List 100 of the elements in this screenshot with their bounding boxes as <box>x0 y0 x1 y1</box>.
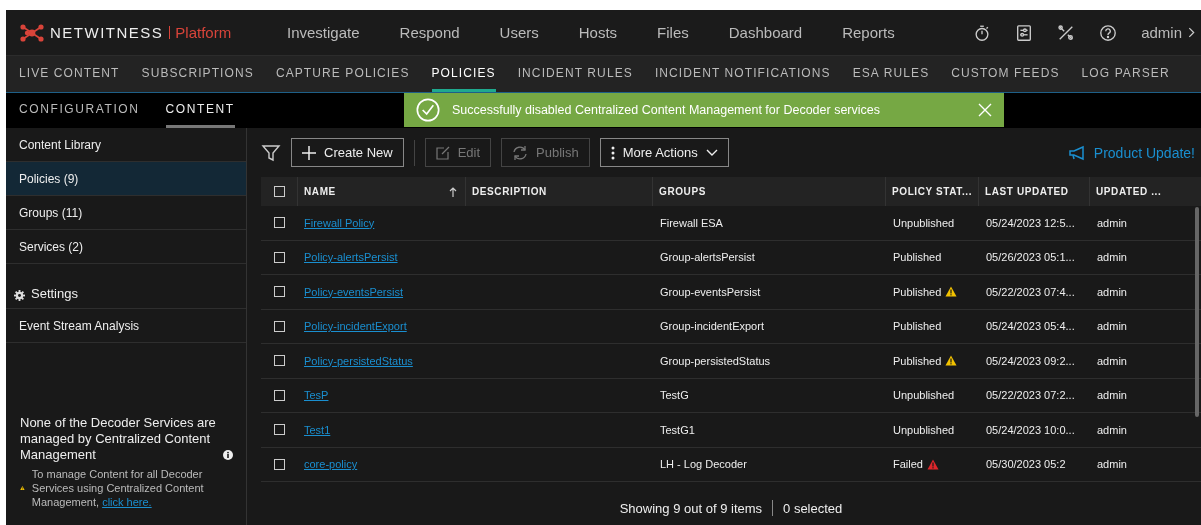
filter-icon[interactable] <box>261 142 281 163</box>
subnav-tab[interactable]: LOG PARSER <box>1081 56 1170 92</box>
policy-name-link[interactable]: TesP <box>304 389 329 402</box>
row-checkbox[interactable] <box>273 320 285 332</box>
nav-link[interactable]: Investigate <box>287 24 374 41</box>
updated-by: admin <box>1097 389 1127 402</box>
subnav-tab[interactable]: CAPTURE POLICIES <box>275 56 410 92</box>
plus-icon <box>302 145 316 160</box>
policy-name-link[interactable]: Firewall Policy <box>304 216 375 229</box>
row-checkbox[interactable] <box>273 286 285 298</box>
chevron-down-icon <box>705 148 718 157</box>
edit-button[interactable]: Edit <box>424 138 492 167</box>
warning-icon <box>20 483 25 493</box>
sliders-icon[interactable] <box>1015 23 1034 42</box>
updated-by: admin <box>1097 251 1127 264</box>
policy-name-link[interactable]: Test1 <box>304 423 331 436</box>
sidebar-item[interactable]: Policies (9) <box>6 162 246 196</box>
group-name: Group-eventsPersist <box>660 285 761 298</box>
row-checkbox[interactable] <box>273 458 285 470</box>
network-logo-icon <box>20 23 44 42</box>
policy-status: Failed <box>893 458 923 471</box>
subnav-tab[interactable]: ESA RULES <box>852 56 930 92</box>
last-updated: 05/24/2023 05:4... <box>986 320 1075 333</box>
nav-link[interactable]: Hosts <box>578 24 632 41</box>
row-checkbox[interactable] <box>273 424 285 436</box>
selected-count: 0 selected <box>783 500 843 516</box>
updated-by: admin <box>1097 458 1127 471</box>
last-updated: 05/22/2023 07:4... <box>986 285 1075 298</box>
publish-button[interactable]: Publish <box>501 138 590 167</box>
nav-link[interactable]: Users <box>499 24 553 41</box>
nav-link[interactable]: Files <box>657 24 703 41</box>
column-header[interactable]: LAST UPDATED <box>978 177 1089 206</box>
subnav-tab[interactable]: CUSTOM FEEDS <box>951 56 1060 92</box>
subnav-tab[interactable]: SUBSCRIPTIONS <box>141 56 254 92</box>
nav-link[interactable]: Respond <box>399 24 474 41</box>
sidebar-item[interactable]: Event Stream Analysis <box>6 309 246 343</box>
tab[interactable]: CONFIGURATION <box>19 93 140 128</box>
nav-link[interactable]: Dashboard <box>728 24 817 41</box>
select-all-checkbox[interactable] <box>273 186 285 197</box>
product-update-link[interactable]: Product Update! <box>1067 144 1201 161</box>
updated-by: admin <box>1097 320 1127 333</box>
check-circle-icon <box>416 98 440 122</box>
policy-name-link[interactable]: Policy-eventsPersist <box>304 285 404 298</box>
subnav-tab[interactable]: LIVE CONTENT <box>19 56 120 92</box>
create-new-button[interactable]: Create New <box>291 138 404 167</box>
nav-link[interactable]: Reports <box>842 24 909 41</box>
subnav-tab[interactable]: INCIDENT RULES <box>517 56 633 92</box>
policy-name-link[interactable]: Policy-persistedStatus <box>304 354 413 367</box>
user-menu[interactable]: admin <box>1141 24 1195 41</box>
scrollbar-thumb[interactable] <box>1195 207 1199 417</box>
brand-name: NETWITNESS <box>50 24 164 41</box>
row-checkbox[interactable] <box>273 251 285 263</box>
chevron-right-icon <box>1188 27 1195 38</box>
policy-name-link[interactable]: core-policy <box>304 458 358 471</box>
last-updated: 05/24/2023 10:0... <box>986 423 1075 436</box>
row-checkbox[interactable] <box>273 355 285 367</box>
policy-name-link[interactable]: Policy-alertsPersist <box>304 251 398 264</box>
help-icon[interactable] <box>1099 23 1118 42</box>
sidebar-item[interactable]: Groups (11) <box>6 196 246 230</box>
close-icon[interactable] <box>978 103 992 117</box>
group-name: Group-persistedStatus <box>660 354 771 367</box>
column-header[interactable]: DESCRIPTION <box>465 177 652 206</box>
policy-status: Unpublished <box>893 216 955 229</box>
row-checkbox[interactable] <box>273 217 285 229</box>
column-header[interactable]: POLICY STAT... <box>885 177 978 206</box>
sidebar-item[interactable]: Services (2) <box>6 230 246 264</box>
last-updated: 05/26/2023 05:1... <box>986 251 1075 264</box>
policy-status: Unpublished <box>893 389 955 402</box>
updated-by: admin <box>1097 285 1127 298</box>
more-actions-button[interactable]: More Actions <box>599 138 729 167</box>
subnav-tab[interactable]: INCIDENT NOTIFICATIONS <box>654 56 831 92</box>
note-text: To manage Content for all Decoder Services using Centralized Content Management, click here. <box>31 467 205 509</box>
group-name: Group-incidentExport <box>660 320 764 333</box>
edit-icon <box>435 145 450 160</box>
column-header[interactable]: UPDATED ... <box>1089 177 1181 206</box>
row-checkbox[interactable] <box>273 389 285 401</box>
info-icon <box>223 450 233 460</box>
updated-by: admin <box>1097 354 1127 367</box>
gear-icon <box>14 290 25 301</box>
more-vertical-icon <box>610 145 615 160</box>
click-here-link[interactable]: click here. <box>102 496 152 508</box>
brand-product: Platform <box>169 26 232 39</box>
updated-by: admin <box>1097 216 1127 229</box>
policy-status: Unpublished <box>893 423 955 436</box>
group-name: Firewall ESA <box>660 216 723 229</box>
last-updated: 05/24/2023 12:5... <box>986 216 1075 229</box>
note-heading: None of the Decoder Services are managed by Centralized Content Management <box>20 415 217 463</box>
group-name: LH - Log Decoder <box>660 458 747 471</box>
policy-status: Published <box>893 285 942 298</box>
column-header[interactable]: NAME <box>297 177 465 206</box>
policy-name-link[interactable]: Policy-incidentExport <box>304 320 407 333</box>
group-name: TestG <box>660 389 689 402</box>
column-header[interactable]: GROUPS <box>652 177 885 206</box>
item-count: Showing 9 out of 9 items <box>619 500 763 516</box>
last-updated: 05/30/2023 05:2 <box>986 458 1066 471</box>
policy-status: Published <box>893 251 942 264</box>
sort-up-icon <box>449 186 457 197</box>
refresh-icon <box>512 144 529 161</box>
policy-status: Published <box>893 354 942 367</box>
policy-status: Published <box>893 320 942 333</box>
